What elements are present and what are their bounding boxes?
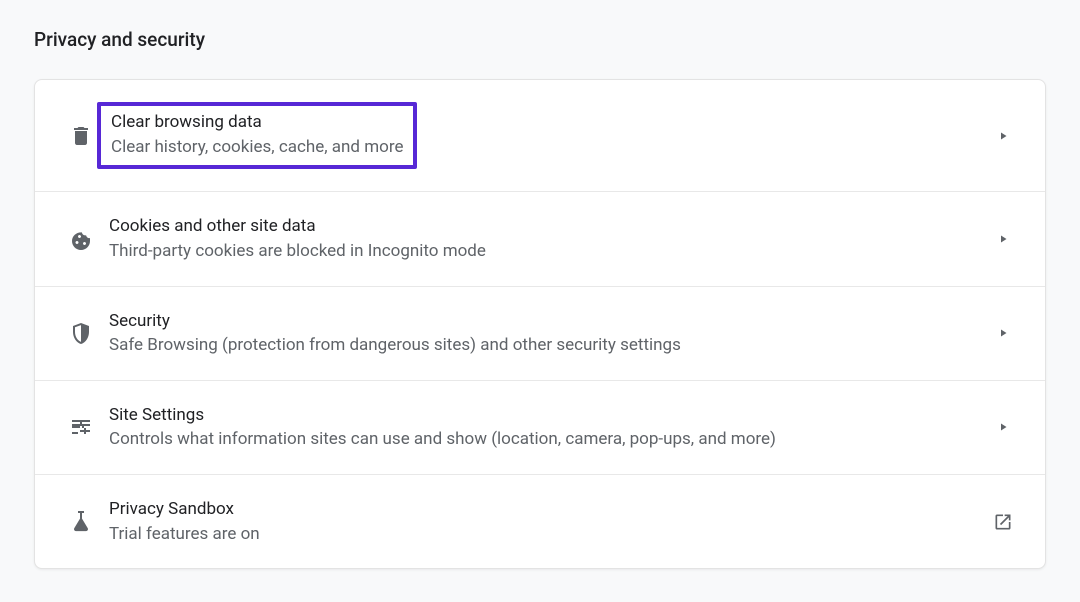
row-subtitle: Third-party cookies are blocked in Incog… [109, 239, 989, 264]
settings-card: Clear browsing data Clear history, cooki… [34, 79, 1046, 569]
external-link-icon [989, 512, 1017, 532]
row-clear-browsing-data[interactable]: Clear browsing data Clear history, cooki… [35, 80, 1045, 192]
tune-icon [57, 415, 105, 439]
row-title: Clear browsing data [111, 110, 403, 135]
row-subtitle: Controls what information sites can use … [109, 427, 989, 452]
row-subtitle: Safe Browsing (protection from dangerous… [109, 333, 989, 358]
row-subtitle: Clear history, cookies, cache, and more [111, 135, 403, 160]
highlight-box: Clear browsing data Clear history, cooki… [97, 102, 417, 169]
row-title: Site Settings [109, 403, 989, 428]
row-security[interactable]: Security Safe Browsing (protection from … [35, 287, 1045, 381]
row-body: Cookies and other site data Third-party … [105, 214, 989, 263]
row-body: Security Safe Browsing (protection from … [105, 309, 989, 358]
row-title: Cookies and other site data [109, 214, 989, 239]
row-title: Privacy Sandbox [109, 497, 989, 522]
row-privacy-sandbox[interactable]: Privacy Sandbox Trial features are on [35, 475, 1045, 568]
chevron-right-icon [989, 421, 1017, 433]
chevron-right-icon [989, 327, 1017, 339]
shield-icon [57, 321, 105, 345]
row-body: Privacy Sandbox Trial features are on [105, 497, 989, 546]
row-body: Clear browsing data Clear history, cooki… [105, 102, 989, 169]
flask-icon [57, 510, 105, 534]
row-site-settings[interactable]: Site Settings Controls what information … [35, 381, 1045, 475]
row-cookies[interactable]: Cookies and other site data Third-party … [35, 192, 1045, 286]
cookie-icon [57, 227, 105, 251]
row-title: Security [109, 309, 989, 334]
chevron-right-icon [989, 130, 1017, 142]
row-subtitle: Trial features are on [109, 522, 989, 547]
section-title: Privacy and security [34, 28, 1046, 51]
chevron-right-icon [989, 233, 1017, 245]
row-body: Site Settings Controls what information … [105, 403, 989, 452]
